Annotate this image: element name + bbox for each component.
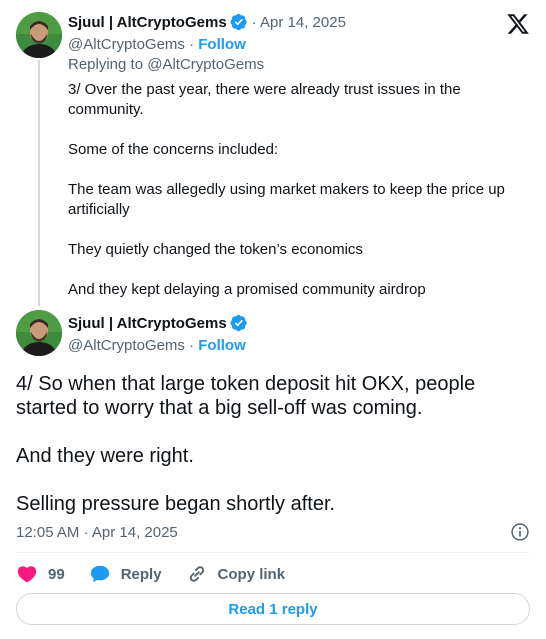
tweet-1-paragraph: And they kept delaying a promised commun… [68,281,426,298]
tweet-1-paragraph: They quietly changed the token’s economi… [68,241,363,258]
reply-bubble-icon [89,563,111,585]
tweet-1-paragraph: Some of the concerns included: [68,141,279,158]
author-handle[interactable]: @AltCryptoGems [68,36,185,53]
tweet-2-body: 4/ So when that large token deposit hit … [16,372,530,516]
like-button[interactable]: 99 [16,563,65,585]
tweet-embed-card: Sjuul | AltCryptoGems · Apr 14, 2025 @Al… [0,0,546,639]
separator: · [184,337,199,354]
replying-to[interactable]: Replying to @AltCryptoGems [68,56,264,73]
read-replies-button[interactable]: Read 1 reply [16,593,530,625]
info-icon[interactable] [510,522,530,542]
reply-button[interactable]: Reply [89,563,162,585]
reply-label: Reply [120,565,162,583]
author-name[interactable]: Sjuul | AltCryptoGems [68,315,227,332]
author-row: Sjuul | AltCryptoGems [68,314,248,332]
verified-badge-icon [230,314,248,332]
x-logo-icon[interactable] [506,12,530,36]
tweet-1-paragraph: The team was allegedly using market make… [68,181,505,218]
copy-link-label: Copy link [217,565,286,583]
tweet-2-paragraph: Selling pressure began shortly after. [16,493,336,515]
thread-connector [38,60,40,306]
handle-row: @AltCryptoGems · Follow [68,36,246,53]
tweet-2-paragraph: 4/ So when that large token deposit hit … [16,373,476,419]
handle-row: @AltCryptoGems · Follow [68,337,246,354]
author-row: Sjuul | AltCryptoGems · Apr 14, 2025 [68,13,346,31]
verified-badge-icon [230,13,248,31]
copy-link-button[interactable]: Copy link [186,563,286,585]
avatar[interactable] [16,12,62,58]
author-name[interactable]: Sjuul | AltCryptoGems [68,14,227,31]
tweet-2-paragraph: And they were right. [16,445,194,467]
tweet-1-body: 3/ Over the past year, there were alread… [68,80,508,300]
tweet-1-paragraph: 3/ Over the past year, there were alread… [68,81,461,118]
heart-icon [16,563,38,585]
post-date[interactable]: · Apr 14, 2025 [252,14,346,31]
action-bar: 99 Reply Copy link [16,562,309,586]
divider [16,552,530,553]
like-count: 99 [48,565,65,583]
follow-button[interactable]: Follow [198,36,246,53]
link-icon [186,563,208,585]
post-timestamp[interactable]: 12:05 AM · Apr 14, 2025 [16,524,178,541]
avatar[interactable] [16,310,62,356]
separator: · [184,36,199,53]
author-handle[interactable]: @AltCryptoGems [68,337,185,354]
follow-button[interactable]: Follow [198,337,246,354]
